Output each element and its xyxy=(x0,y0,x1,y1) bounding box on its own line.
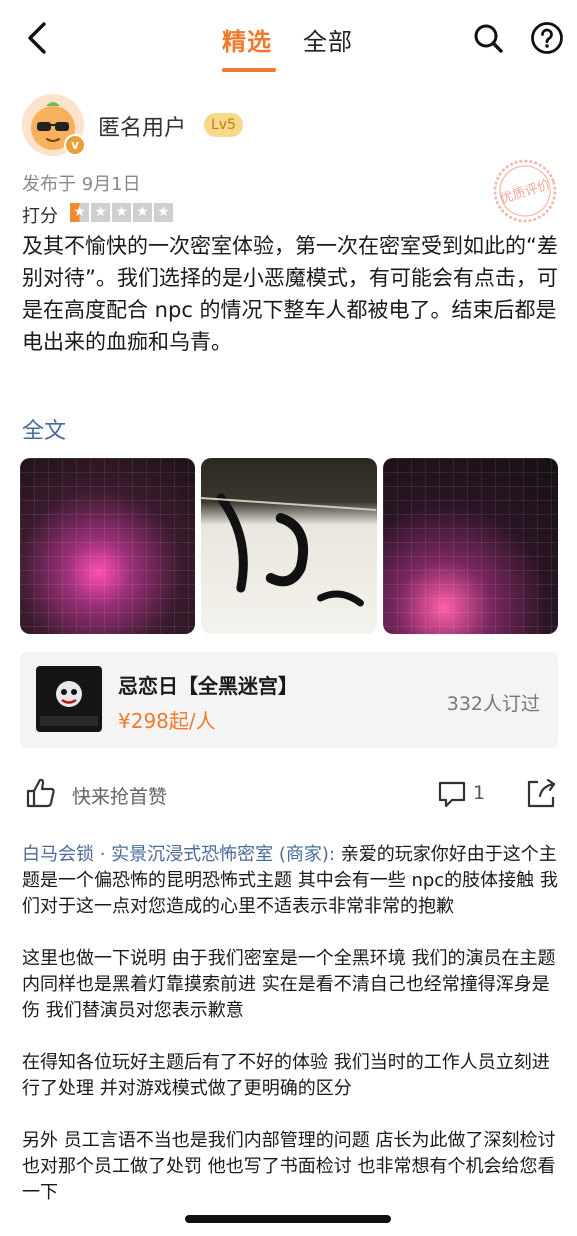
verified-badge: v xyxy=(64,134,86,156)
tab-selected[interactable]: 精选 xyxy=(222,22,272,57)
fan-calligraphy-icon xyxy=(201,493,377,607)
product-card[interactable]: 忌恋日【全黑迷宫】 ¥298起/人 332人订过 xyxy=(20,652,558,748)
full-text-link[interactable]: 全文 xyxy=(22,413,66,445)
rating-label: 打分 xyxy=(22,206,58,227)
home-indicator[interactable] xyxy=(185,1215,391,1223)
reply-paragraph-2: 这里也做一下说明 由于我们密室是一个全黑环境 我们的演员在主题内同样也是黑着灯靠… xyxy=(22,948,556,1021)
level-badge: Lv5 xyxy=(204,113,243,137)
review-photo[interactable] xyxy=(382,458,558,634)
tab-all[interactable]: 全部 xyxy=(303,22,353,57)
star-icon: ★ xyxy=(154,203,173,222)
thumbs-up-icon[interactable] xyxy=(24,776,58,810)
product-poster-icon xyxy=(40,681,98,726)
reply-paragraph-3: 在得知各位玩好主题后有了不好的体验 我们当时的工作人员立刻进行了处理 并对游戏模… xyxy=(22,1052,550,1099)
search-icon[interactable] xyxy=(472,22,504,54)
star-icon: ★ xyxy=(112,203,131,222)
quality-stamp-text: 优质评价 xyxy=(498,177,552,207)
merchant-name[interactable]: 白马会锁 · 实景沉浸式恐怖密室 (商家): xyxy=(22,844,335,865)
star-icon: ★ xyxy=(133,203,152,222)
help-icon[interactable] xyxy=(530,21,564,55)
star-icon: ★ xyxy=(91,203,110,222)
merchant-reply: 白马会锁 · 实景沉浸式恐怖密室 (商家): 亲爱的玩家你好由于这个主题是一个偏… xyxy=(22,842,558,1232)
like-prompt[interactable]: 快来抢首赞 xyxy=(72,782,167,809)
back-arrow-icon[interactable] xyxy=(20,18,56,58)
booked-count: 332人订过 xyxy=(446,693,540,715)
tab-underline xyxy=(222,68,276,72)
top-nav: 精选 全部 xyxy=(0,0,577,80)
comment-icon[interactable] xyxy=(436,778,468,810)
review-photo[interactable] xyxy=(20,458,196,634)
reply-paragraph-4: 另外 员工言语不当也是我们内部管理的问题 店长为此做了深刻检讨 也对那个员工做了… xyxy=(22,1130,556,1203)
share-icon[interactable] xyxy=(524,776,558,810)
product-thumbnail xyxy=(36,666,102,732)
review-photo[interactable] xyxy=(201,458,377,634)
reply-paragraph-1: 白马会锁 · 实景沉浸式恐怖密室 (商家): 亲爱的玩家你好由于这个主题是一个偏… xyxy=(22,842,558,920)
star-icon: ★ xyxy=(70,203,89,222)
review-photos xyxy=(20,458,558,634)
product-title: 忌恋日【全黑迷宫】 xyxy=(118,674,298,698)
comment-count: 1 xyxy=(473,782,486,804)
username[interactable]: 匿名用户 xyxy=(98,110,186,142)
quality-review-stamp: 优质评价 xyxy=(493,159,557,223)
rating-stars: ★ ★ ★ ★ ★ xyxy=(70,203,173,222)
review-text: 及其不愉快的一次密室体验，第一次在密室受到如此的“差别对待”。我们选择的是小恶魔… xyxy=(22,234,558,354)
post-date: 发布于 9月1日 xyxy=(22,174,141,195)
product-price: ¥298起/人 xyxy=(118,709,216,733)
